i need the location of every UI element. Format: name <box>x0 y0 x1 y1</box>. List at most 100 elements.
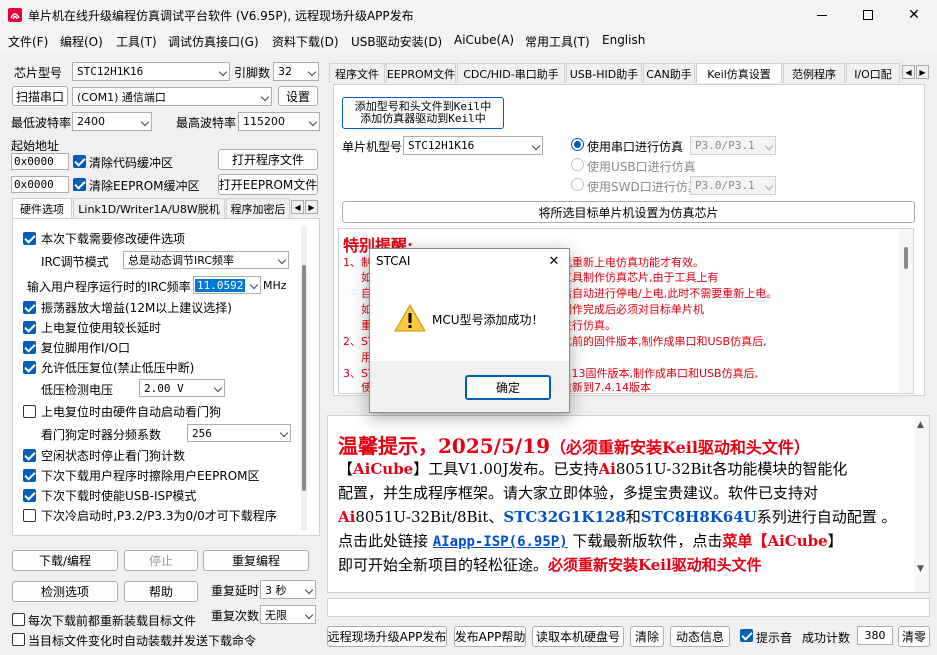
chevron-down-icon <box>213 383 223 393</box>
open-eeprom-file-button[interactable]: 打开EEPROM文件 <box>218 174 318 195</box>
tab-keil-simulation[interactable]: Keil仿真设置 <box>696 63 782 83</box>
reset-count-button[interactable]: 清零 <box>898 626 930 647</box>
erase-eeprom-checkbox[interactable] <box>23 469 36 482</box>
tips-headline-date: 温馨提示，2025/5/19 <box>338 434 551 458</box>
com-port-select[interactable]: (COM1) 通信端口 <box>72 87 272 106</box>
tab-scroll-right-icon[interactable]: ▶ <box>305 200 318 214</box>
maximize-button[interactable] <box>845 0 891 30</box>
repeat-delay-value: 3 秒 <box>265 583 287 597</box>
eeprom-start-address-field[interactable]: 0x0000 <box>11 176 69 193</box>
tab-hardware-options[interactable]: 硬件选项 <box>12 198 72 218</box>
tab-usb-hid[interactable]: USB-HID助手 <box>566 63 642 83</box>
set-sim-chip-button[interactable]: 将所选目标单片机设置为仿真芯片 <box>342 201 915 223</box>
read-disk-id-button[interactable]: 读取本机硬盘号 <box>532 626 624 647</box>
dynamic-info-button[interactable]: 动态信息 <box>670 626 730 647</box>
wdt-divider-select[interactable]: 256 <box>187 424 291 442</box>
scan-port-button[interactable]: 扫描串口 <box>12 86 68 106</box>
chevron-down-icon <box>279 428 289 438</box>
low-voltage-reset-checkbox[interactable] <box>23 361 36 374</box>
serial-sim-radio[interactable] <box>571 138 584 151</box>
wdt-divider-value: 256 <box>192 426 212 440</box>
beep-checkbox[interactable] <box>740 629 753 642</box>
port-settings-button[interactable]: 设置 <box>278 86 318 106</box>
tab-link1d-offline[interactable]: Link1D/Writer1A/U8W脱机 <box>73 198 225 218</box>
p32-download-checkbox[interactable] <box>23 509 36 522</box>
idle-stop-wdt-checkbox[interactable] <box>23 449 36 462</box>
success-count-field: 380 <box>857 626 893 645</box>
tab-scroll-left-icon[interactable]: ◀ <box>291 200 304 214</box>
clear-button[interactable]: 清除 <box>630 626 664 647</box>
tab-can[interactable]: CAN助手 <box>643 63 695 83</box>
hw-watchdog-label: 上电复位时由硬件自动启动看门狗 <box>41 405 222 419</box>
check-options-button[interactable]: 检测选项 <box>12 581 118 602</box>
close-window-button[interactable]: ✕ <box>891 0 937 30</box>
clear-eeprom-buffer-checkbox[interactable] <box>73 178 86 191</box>
right-tab-scroll-right-icon[interactable]: ▶ <box>916 65 929 79</box>
swd-sim-port-select[interactable]: P3.0/P3.1 <box>690 176 776 195</box>
auto-send-checkbox[interactable] <box>12 633 25 646</box>
serial-sim-port-select[interactable]: P3.0/P3.1 <box>690 136 776 155</box>
success-count-label: 成功计数 <box>802 631 851 645</box>
notice-scrollbar[interactable] <box>899 229 913 393</box>
stop-button[interactable]: 停止 <box>124 550 198 571</box>
tab-program-file[interactable]: 程序文件 <box>329 63 385 83</box>
modify-hw-options-checkbox[interactable] <box>23 232 36 245</box>
add-keil-header-button[interactable]: 添加型号和头文件到Keil中 添加仿真器驱动到Keil中 <box>342 97 504 129</box>
menu-program[interactable]: 编程(O) <box>60 33 103 50</box>
scroll-up-icon[interactable]: ▲ <box>917 420 924 430</box>
usb-sim-radio[interactable] <box>571 158 584 171</box>
reload-before-download-checkbox[interactable] <box>12 613 25 626</box>
menu-downloads[interactable]: 资料下载(D) <box>272 33 339 50</box>
mcu-model-select[interactable]: STC12H1K16 <box>403 136 543 155</box>
hw-watchdog-checkbox[interactable] <box>23 405 36 418</box>
download-link[interactable]: AIapp-ISP(6.95P) <box>433 534 568 550</box>
repeat-count-select[interactable]: 无限 <box>260 605 316 624</box>
osc-gain-checkbox[interactable] <box>23 301 36 314</box>
dialog-title: STCAI <box>376 254 411 268</box>
hw-options-scrollbar-thumb[interactable] <box>302 265 306 491</box>
menu-english[interactable]: English <box>602 33 645 47</box>
menu-usb-driver[interactable]: USB驱动安装(D) <box>351 33 442 50</box>
scroll-down-icon[interactable]: ▼ <box>917 564 924 574</box>
tab-examples[interactable]: 范例程序 <box>783 63 845 83</box>
dialog-ok-button[interactable]: 确定 <box>465 375 551 400</box>
download-program-button[interactable]: 下载/编程 <box>12 550 118 571</box>
tips-scrollbar[interactable]: ▲ ▼ <box>914 416 929 592</box>
notice-scrollbar-thumb[interactable] <box>904 247 908 269</box>
swd-sim-radio[interactable] <box>571 178 584 191</box>
repeat-program-button[interactable]: 重复编程 <box>203 550 309 571</box>
right-tab-scroll-left-icon[interactable]: ◀ <box>902 65 915 79</box>
hw-options-scrollbar[interactable] <box>301 225 307 531</box>
lvd-voltage-select[interactable]: 2.00 V <box>139 379 225 397</box>
remote-upgrade-button[interactable]: 远程现场升级APP发布 <box>327 626 447 647</box>
pin-count-select[interactable]: 32 <box>273 62 319 81</box>
reset-long-delay-checkbox[interactable] <box>23 321 36 334</box>
minimize-button[interactable] <box>799 0 845 30</box>
tab-program-encryption[interactable]: 程序加密后 <box>226 198 290 218</box>
repeat-delay-select[interactable]: 3 秒 <box>260 580 316 599</box>
code-start-address-field[interactable]: 0x0000 <box>11 153 69 170</box>
app-help-button[interactable]: 发布APP帮助 <box>454 626 526 647</box>
tab-eeprom-file[interactable]: EEPROM文件 <box>386 63 456 83</box>
chip-model-select[interactable]: STC12H1K16 <box>72 62 230 81</box>
osc-gain-label: 振荡器放大增益(12M以上建议选择) <box>41 301 232 315</box>
menu-aicube[interactable]: AiCube(A) <box>454 33 514 47</box>
irc-mode-select[interactable]: 总是动态调节IRC频率 <box>123 251 289 269</box>
tab-cdc-hid-serial[interactable]: CDC/HID-串口助手 <box>457 63 565 83</box>
irc-frequency-select[interactable]: 11.0592 <box>193 276 261 294</box>
menu-debug-interface[interactable]: 调试仿真接口(G) <box>168 33 259 50</box>
open-program-file-button[interactable]: 打开程序文件 <box>218 149 318 170</box>
max-baud-select[interactable]: 115200 <box>238 112 320 131</box>
tab-io-config[interactable]: I/O口配 <box>846 63 900 83</box>
min-baud-select[interactable]: 2400 <box>72 112 152 131</box>
menu-file[interactable]: 文件(F) <box>8 33 48 50</box>
usb-isp-checkbox[interactable] <box>23 489 36 502</box>
reset-pin-io-checkbox[interactable] <box>23 341 36 354</box>
notice-line: 重新到7.4.14版本 <box>561 381 651 394</box>
menu-common-tools[interactable]: 常用工具(T) <box>525 33 590 50</box>
menu-tools[interactable]: 工具(T) <box>116 33 157 50</box>
help-button[interactable]: 帮助 <box>124 581 198 602</box>
dialog-close-icon[interactable]: ✕ <box>542 251 566 271</box>
title-bar: 单片机在线升级编程仿真调试平台软件 (V6.95P), 远程现场升级APP发布 … <box>0 0 937 30</box>
clear-code-buffer-checkbox[interactable] <box>73 155 86 168</box>
